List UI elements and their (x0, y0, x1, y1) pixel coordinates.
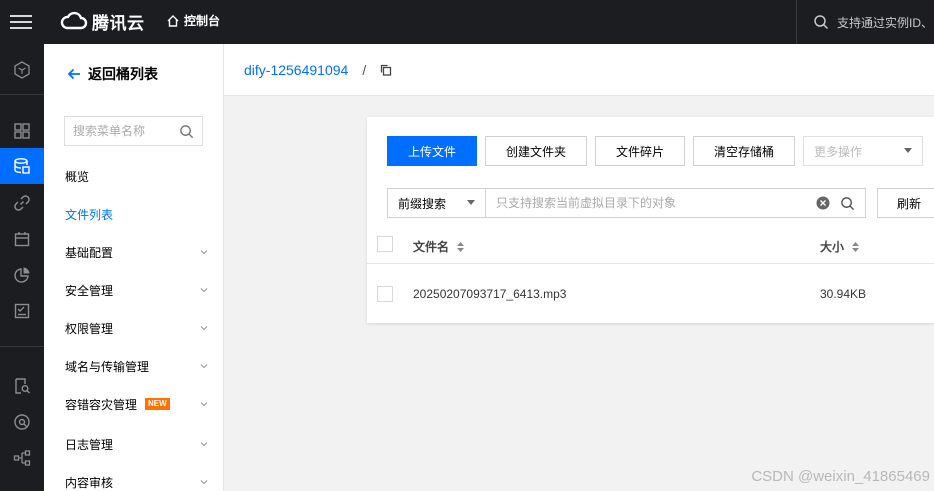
row-checkbox[interactable] (377, 286, 393, 302)
chart-pie-icon (14, 267, 30, 283)
file-list-panel: 上传文件 创建文件夹 文件碎片 清空存储桶 更多操作 前缀搜索 刷新 文件名 大… (367, 117, 934, 323)
file-name[interactable]: 20250207093717_6413.mp3 (413, 287, 566, 301)
prefix-search-select[interactable]: 前缀搜索 (387, 188, 486, 218)
rail-storage[interactable] (0, 148, 44, 184)
more-actions-label: 更多操作 (814, 144, 863, 159)
cube-icon (14, 61, 30, 79)
nav-item-label: 内容审核 (65, 475, 114, 490)
logo-text: 腾讯云 (92, 13, 145, 33)
nav-item-overview[interactable]: 概览 (65, 166, 208, 186)
search-icon[interactable] (840, 196, 855, 211)
breadcrumb: dify-1256491094 / (224, 44, 934, 96)
console-link[interactable]: 控制台 (166, 12, 220, 29)
rail-link[interactable] (0, 185, 44, 221)
sort-icon (852, 241, 860, 252)
rail-search-doc[interactable] (0, 368, 44, 404)
nav-item-label: 基础配置 (65, 245, 114, 260)
rail-calendar[interactable] (0, 221, 44, 257)
back-label: 返回桶列表 (88, 66, 158, 82)
nav-item-domain-transfer[interactable]: 域名与传输管理 (65, 356, 208, 376)
rail-shield[interactable] (0, 404, 44, 440)
rail-checklist[interactable] (0, 293, 44, 329)
chevron-down-icon (200, 288, 208, 293)
file-fragments-button[interactable]: 文件碎片 (595, 136, 685, 166)
chevron-down-icon (200, 326, 208, 331)
rail-network[interactable] (0, 440, 44, 476)
select-all-checkbox[interactable] (377, 236, 393, 252)
caret-down-icon (904, 148, 912, 153)
storage-icon (14, 158, 30, 174)
network-icon (13, 450, 31, 466)
copy-path-button[interactable] (380, 64, 392, 76)
nav-item-file-list[interactable]: 文件列表 (65, 204, 208, 224)
nav-item-label: 文件列表 (65, 207, 114, 222)
nav-item-label: 日志管理 (65, 437, 114, 452)
copy-icon (381, 64, 392, 76)
create-folder-button[interactable]: 创建文件夹 (485, 136, 587, 166)
nav-item-label: 安全管理 (65, 283, 114, 298)
side-nav: 返回桶列表 概览 文件列表 基础配置 安全管理 权限管理 域名与传输管理 容错容… (44, 44, 224, 491)
prefix-select-value: 前缀搜索 (398, 196, 447, 211)
nav-item-label: 概览 (65, 169, 90, 184)
refresh-button[interactable]: 刷新 (877, 188, 934, 218)
shield-icon (14, 414, 30, 430)
column-header-label: 文件名 (413, 240, 450, 254)
link-icon (14, 195, 30, 211)
chevron-down-icon (200, 480, 208, 485)
nav-item-content-review[interactable]: 内容审核 (65, 472, 208, 491)
nav-item-disaster-recovery[interactable]: 容错容灾管理 NEW (65, 394, 208, 414)
caret-down-icon (467, 200, 475, 205)
menu-search[interactable] (64, 116, 203, 146)
column-header-size[interactable]: 大小 (820, 238, 860, 255)
dashboard-icon (14, 123, 30, 139)
sort-icon (457, 241, 465, 252)
clear-icon[interactable] (816, 196, 830, 210)
calendar-icon (14, 232, 30, 247)
checklist-icon (14, 303, 30, 319)
chevron-down-icon (200, 364, 208, 369)
nav-item-security[interactable]: 安全管理 (65, 280, 208, 300)
column-header-name[interactable]: 文件名 (413, 238, 465, 255)
global-search[interactable]: 支持通过实例ID、 (796, 0, 934, 44)
nav-item-label: 权限管理 (65, 321, 114, 336)
product-rail (0, 44, 44, 491)
column-header-label: 大小 (820, 240, 845, 254)
chevron-down-icon (200, 442, 208, 447)
table-header: 文件名 大小 (367, 226, 934, 264)
new-badge: NEW (145, 398, 170, 410)
nav-item-label: 域名与传输管理 (65, 359, 150, 374)
upload-file-button[interactable]: 上传文件 (387, 136, 477, 166)
search-doc-icon (15, 378, 30, 394)
rail-chart[interactable] (0, 257, 44, 293)
top-bar: 腾讯云 控制台 支持通过实例ID、 (0, 0, 934, 44)
nav-item-permissions[interactable]: 权限管理 (65, 318, 208, 338)
tencent-cloud-logo[interactable]: 腾讯云 (60, 9, 145, 33)
rail-cube[interactable] (0, 52, 44, 88)
object-search[interactable] (486, 188, 866, 218)
bucket-name-link[interactable]: dify-1256491094 (244, 62, 348, 78)
nav-item-basic-config[interactable]: 基础配置 (65, 242, 208, 262)
more-actions-dropdown[interactable]: 更多操作 (803, 136, 923, 166)
table-row[interactable]: 20250207093717_6413.mp3 30.94KB (367, 265, 934, 323)
back-to-buckets-link[interactable]: 返回桶列表 (66, 64, 158, 84)
search-icon[interactable] (179, 124, 194, 139)
arrow-left-icon (67, 68, 80, 80)
nav-item-label: 容错容灾管理 (65, 397, 138, 412)
nav-item-logs[interactable]: 日志管理 (65, 434, 208, 454)
chevron-down-icon (200, 402, 208, 407)
watermark: CSDN @weixin_41865469 (751, 468, 930, 485)
menu-search-input[interactable] (73, 124, 179, 138)
search-icon (814, 15, 829, 30)
empty-bucket-button[interactable]: 清空存储桶 (693, 136, 795, 166)
global-search-placeholder: 支持通过实例ID、 (837, 15, 934, 30)
object-search-input[interactable] (496, 196, 816, 210)
chevron-down-icon (200, 250, 208, 255)
menu-icon[interactable] (10, 11, 32, 31)
breadcrumb-separator: / (362, 61, 367, 78)
cloud-logo-icon (60, 11, 88, 30)
home-icon (167, 14, 179, 27)
rail-dashboard[interactable] (0, 113, 44, 149)
console-label: 控制台 (184, 14, 221, 28)
file-size: 30.94KB (820, 287, 867, 301)
